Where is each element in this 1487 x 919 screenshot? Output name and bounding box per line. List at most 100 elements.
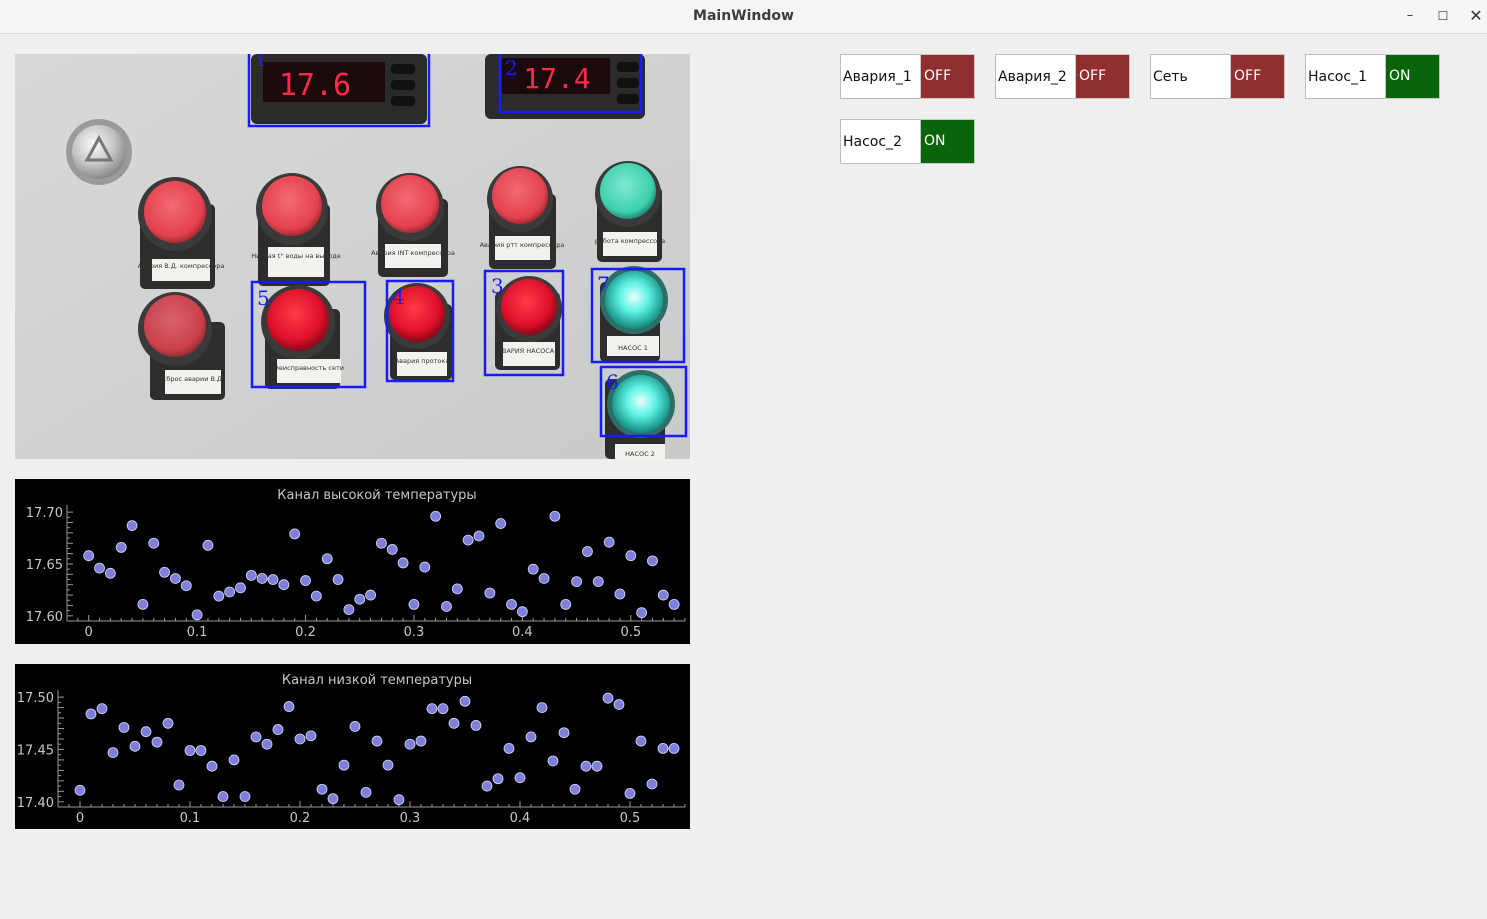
data-point: [430, 510, 442, 522]
data-point: [85, 708, 97, 720]
lamp-caption: работа компрессора: [595, 237, 665, 245]
data-point: [327, 793, 339, 805]
data-point: [151, 736, 163, 748]
data-point: [516, 606, 528, 618]
status-name-field[interactable]: [1305, 54, 1388, 99]
data-point: [338, 759, 350, 771]
detection-label: 2: [505, 56, 518, 80]
data-point: [441, 601, 452, 612]
window-title: MainWindow: [693, 8, 794, 24]
data-point: [283, 701, 295, 712]
detection-label: 1: [254, 54, 267, 71]
data-point: [668, 599, 680, 610]
data-point: [393, 794, 405, 806]
status-state-badge: OFF: [920, 54, 975, 99]
data-point: [213, 590, 225, 602]
data-point: [473, 530, 485, 542]
data-point: [382, 759, 394, 771]
status-name-field[interactable]: [1150, 54, 1233, 99]
data-point: [625, 550, 637, 562]
data-point: [582, 546, 593, 557]
detection-label: 7: [597, 272, 610, 296]
data-point: [538, 573, 550, 584]
data-point: [321, 553, 333, 565]
data-point: [602, 692, 614, 704]
data-point: [180, 580, 192, 592]
data-point: [354, 593, 366, 605]
status-name-field[interactable]: [995, 54, 1078, 99]
lamp-caption: Низкая t° воды на выходе: [251, 252, 340, 260]
data-point: [107, 747, 119, 758]
data-point: [614, 588, 626, 600]
controller-2-reading: 17.4: [523, 62, 590, 95]
data-point: [451, 583, 463, 595]
data-point: [635, 735, 647, 747]
data-point: [278, 579, 290, 591]
data-point: [245, 569, 257, 581]
status-state-badge: ON: [920, 119, 975, 164]
data-point: [580, 760, 592, 772]
data-point: [592, 576, 604, 587]
data-point: [365, 589, 376, 601]
data-point: [558, 727, 570, 739]
x-tick-label: 0.2: [290, 811, 311, 826]
x-tick-label: 0: [76, 811, 84, 826]
status-name-field[interactable]: [840, 54, 923, 99]
data-point: [261, 738, 273, 750]
maximize-icon[interactable]: ☐: [1432, 6, 1454, 26]
x-tick-label: 0.5: [620, 625, 641, 640]
controller-1-reading: 17.6: [279, 68, 351, 103]
data-point: [191, 609, 203, 621]
data-point: [647, 555, 658, 567]
data-point: [571, 576, 582, 587]
x-tick-label: 0.3: [404, 625, 425, 640]
detection-label: 6: [606, 370, 619, 394]
data-point: [115, 541, 127, 553]
detection-label: 3: [491, 274, 504, 298]
x-tick-label: 0.1: [187, 625, 208, 640]
data-point: [470, 719, 482, 731]
status-name-field[interactable]: [840, 119, 923, 164]
data-point: [404, 738, 416, 750]
data-point: [646, 778, 658, 790]
data-point: [547, 755, 559, 767]
data-point: [376, 537, 387, 549]
data-point: [484, 587, 496, 599]
data-point: [184, 745, 196, 756]
data-point: [343, 604, 355, 615]
data-point: [569, 783, 581, 795]
data-point: [316, 783, 328, 795]
data-point: [386, 544, 398, 555]
lamp-caption: Сброс аварии В.Д.: [162, 375, 224, 383]
data-point: [448, 717, 460, 729]
lamp-caption: Неисправность сети: [274, 364, 344, 372]
data-point: [272, 724, 284, 735]
temperature-controller-1: 17.6: [251, 54, 427, 124]
camera-view: 17.6 17.4 Авария В.Д. компрессора Низкая…: [15, 54, 690, 459]
minimize-icon[interactable]: –: [1399, 6, 1421, 26]
status-nasos-2: ON: [840, 119, 975, 164]
data-point: [462, 534, 474, 546]
y-tick-label: 17.60: [26, 610, 63, 625]
data-point: [137, 599, 149, 610]
data-point: [591, 760, 603, 772]
close-icon[interactable]: ✕: [1465, 6, 1487, 26]
status-set: OFF: [1150, 54, 1285, 99]
data-point: [148, 537, 160, 549]
data-point: [74, 784, 86, 796]
chart-title: Канал высокой температуры: [277, 488, 476, 503]
data-point: [129, 740, 141, 752]
x-tick-label: 0.3: [400, 811, 421, 826]
low-temperature-plot: Канал низкой температуры 0 0.1 0.2 0.3 0.4 0.5…: [15, 664, 690, 829]
data-point: [118, 722, 130, 733]
data-point: [415, 735, 427, 747]
data-point: [657, 743, 669, 754]
y-tick-label: 17.50: [17, 691, 54, 706]
data-point: [202, 539, 214, 551]
status-avaria-2: OFF: [995, 54, 1130, 99]
data-point: [349, 721, 361, 732]
lamp-caption: Авария В.Д. компрессора: [138, 262, 225, 270]
x-tick-label: 0: [85, 625, 93, 640]
data-point: [426, 703, 438, 715]
data-point: [305, 730, 317, 742]
